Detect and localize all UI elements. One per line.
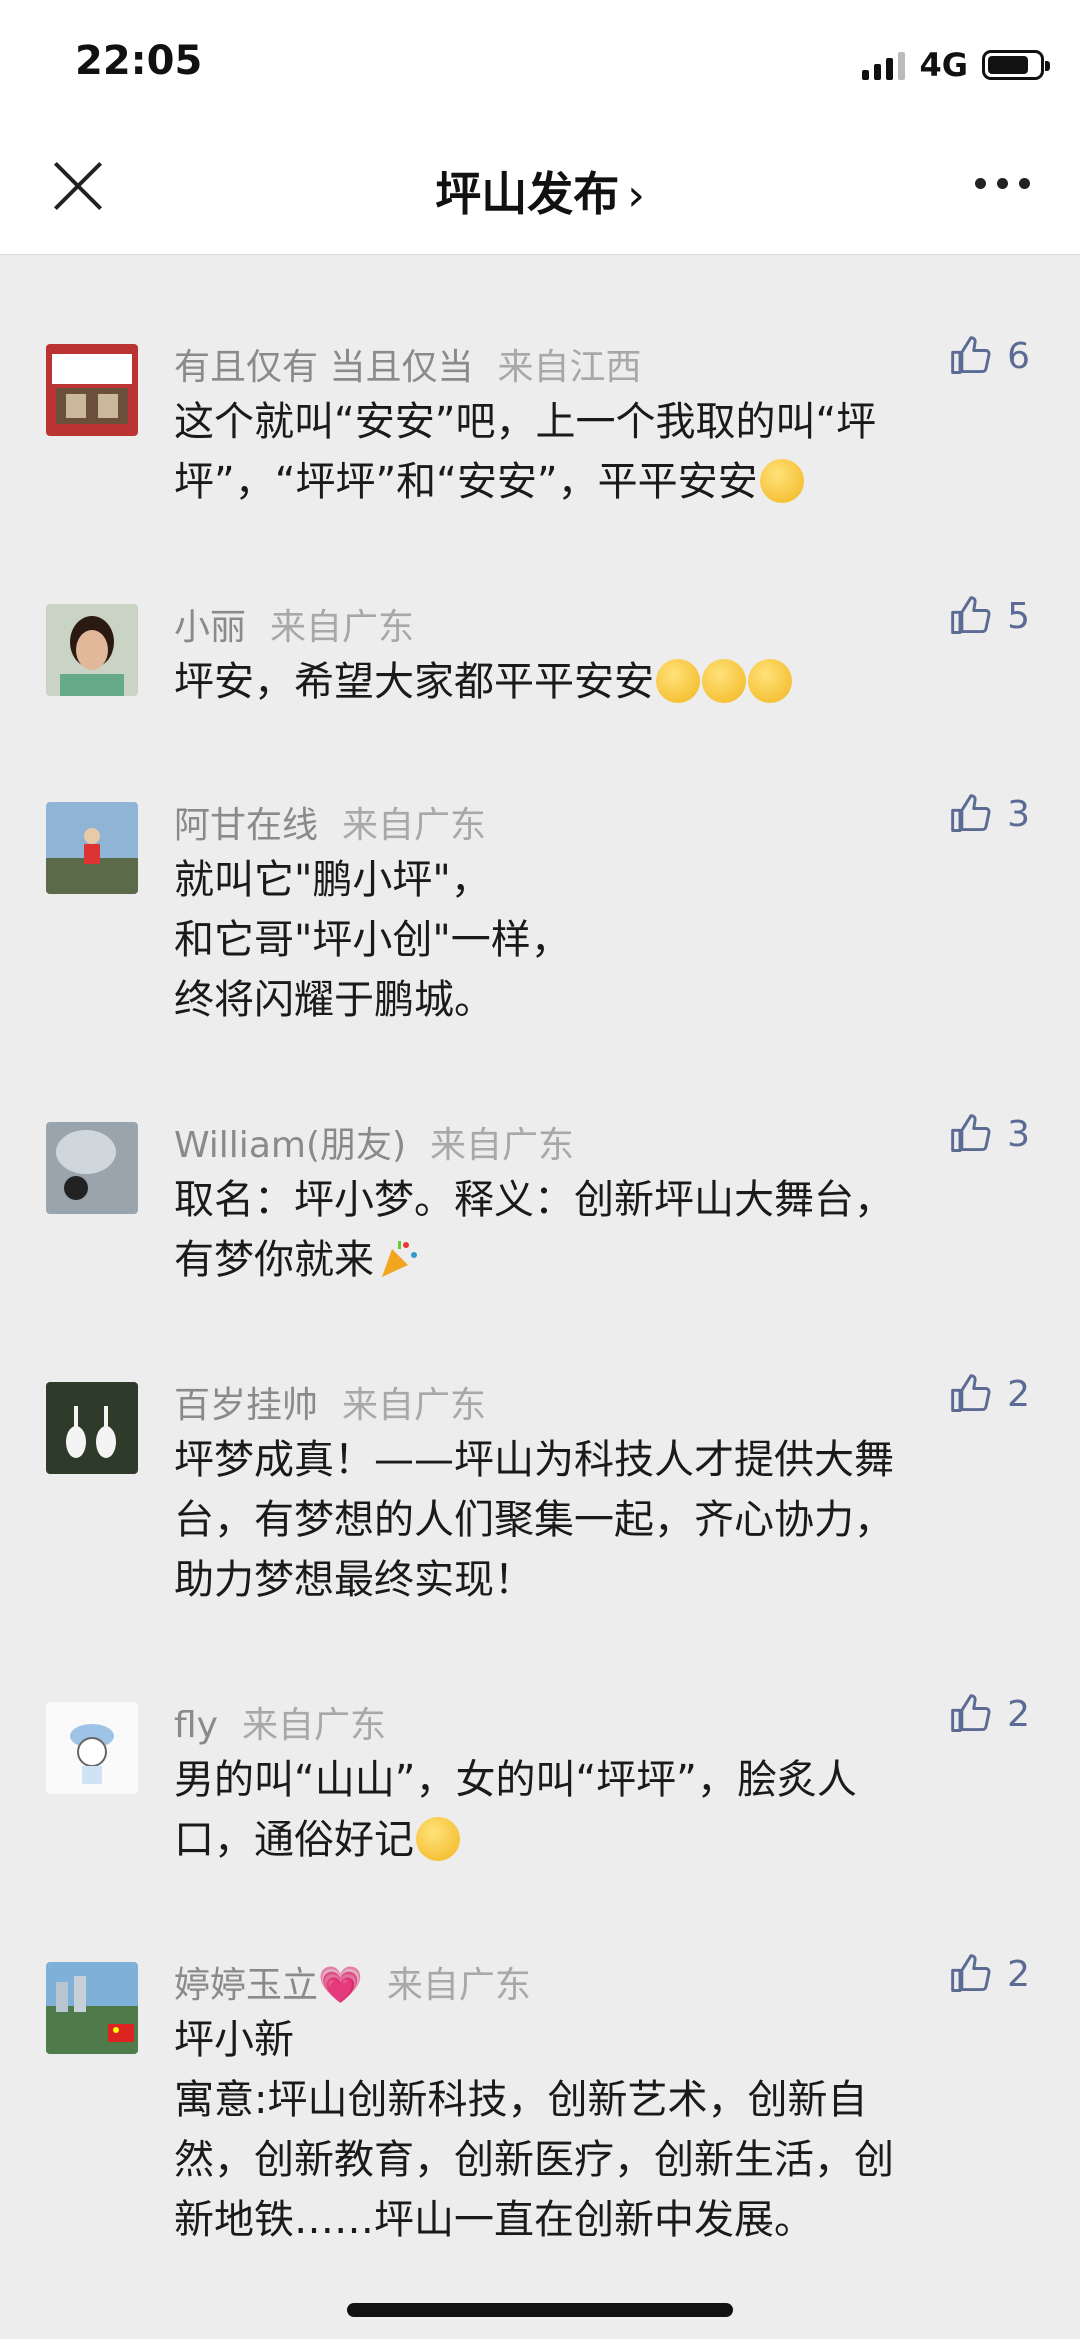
- author-location: 来自广东: [342, 1385, 487, 1426]
- avatar[interactable]: [46, 604, 138, 696]
- more-icon[interactable]: [975, 178, 1030, 189]
- comment-text: 坪安，希望大家都平平安安: [174, 652, 1004, 712]
- like-count: 2: [1007, 1373, 1030, 1415]
- thumbs-up-icon: [951, 1954, 991, 1992]
- comment-author: fly 来自广东: [174, 1696, 386, 1748]
- battery-icon: [982, 50, 1050, 80]
- like-count: 2: [1007, 1953, 1030, 1995]
- avatar[interactable]: [46, 344, 138, 436]
- author-location: 来自广东: [270, 607, 415, 648]
- status-time: 22:05: [75, 38, 203, 84]
- comment-body: 取名：坪小梦。释义：创新坪山大舞台， 有梦你就来: [174, 1177, 894, 1283]
- status-icons: 4G: [862, 46, 1050, 84]
- avatar[interactable]: [46, 802, 138, 894]
- author-location: 来自广东: [342, 805, 487, 846]
- author-name: fly: [174, 1705, 218, 1746]
- signal-icon: [862, 50, 906, 80]
- like-button[interactable]: 2: [949, 1952, 1030, 1996]
- comment-text: 这个就叫“安安”吧，上一个我取的叫“坪 坪”，“坪坪”和“安安”，平平安安: [174, 392, 1004, 512]
- avatar[interactable]: [46, 1122, 138, 1214]
- author-name: 小丽: [174, 607, 247, 648]
- comment-text: 取名：坪小梦。释义：创新坪山大舞台， 有梦你就来: [174, 1170, 1004, 1290]
- comment-body: 坪安，希望大家都平平安安: [174, 659, 654, 705]
- like-button[interactable]: 5: [949, 594, 1030, 638]
- author-name: 有且仅有 当且仅当: [174, 347, 474, 388]
- like-button[interactable]: 3: [949, 1112, 1030, 1156]
- top-bar: 22:05 4G 坪山发布 ›: [0, 0, 1080, 255]
- comment-text: 坪梦成真！——坪山为科技人才提供大舞 台，有梦想的人们聚集一起，齐心协力， 助力…: [174, 1437, 894, 1603]
- page-title[interactable]: 坪山发布 ›: [0, 158, 1080, 224]
- author-location: 来自江西: [497, 347, 642, 388]
- like-count: 3: [1007, 793, 1030, 835]
- like-button[interactable]: 3: [949, 792, 1030, 836]
- comment-author: 百岁挂帅 来自广东: [174, 1376, 486, 1428]
- like-button[interactable]: 2: [949, 1372, 1030, 1416]
- author-location: 来自广东: [386, 1965, 531, 2006]
- thumbs-up-icon: [951, 596, 991, 634]
- comment-author: 有且仅有 当且仅当 来自江西: [174, 338, 641, 390]
- like-count: 2: [1007, 1693, 1030, 1735]
- like-button[interactable]: 6: [949, 334, 1030, 378]
- comment-text: 就叫它"鹏小坪"， 和它哥"坪小创"一样， 终将闪耀于鹏城。: [174, 857, 571, 1023]
- smirk-face-icon: [759, 459, 804, 503]
- home-indicator[interactable]: [347, 2303, 733, 2317]
- avatar[interactable]: [46, 1962, 138, 2054]
- thumbs-up-icon: [951, 1374, 991, 1412]
- page-title-text: 坪山发布: [435, 167, 620, 221]
- author-name: 阿甘在线: [174, 805, 319, 846]
- comment-author: William(朋友) 来自广东: [174, 1116, 574, 1168]
- avatar[interactable]: [46, 1382, 138, 1474]
- comment-author: 阿甘在线 来自广东: [174, 796, 486, 848]
- like-button[interactable]: 2: [949, 1692, 1030, 1736]
- author-name: William(朋友): [174, 1125, 407, 1166]
- comment-text: 男的叫“山山”，女的叫“坪坪”，脍炙人 口，通俗好记: [174, 1750, 1004, 1870]
- thinking-face-icon: [748, 659, 792, 703]
- comment-body: 男的叫“山山”，女的叫“坪坪”，脍炙人 口，通俗好记: [174, 1757, 857, 1863]
- network-label: 4G: [919, 46, 968, 84]
- thumbs-up-icon: [951, 1114, 991, 1152]
- chevron-right-icon: ›: [627, 170, 645, 221]
- comment-author: 婷婷玉立💗 来自广东: [174, 1956, 531, 2008]
- comment-author: 小丽 来自广东: [174, 598, 414, 650]
- like-count: 6: [1007, 335, 1030, 377]
- like-count: 5: [1007, 595, 1030, 637]
- shush-face-icon: [416, 1817, 460, 1861]
- author-location: 来自广东: [241, 1705, 386, 1746]
- thinking-face-icon: [702, 659, 746, 703]
- thumbs-up-icon: [951, 794, 991, 832]
- like-count: 3: [1007, 1113, 1030, 1155]
- avatar[interactable]: [46, 1702, 138, 1794]
- thinking-face-icon: [656, 659, 700, 703]
- author-name: 百岁挂帅: [174, 1385, 319, 1426]
- thumbs-up-icon: [951, 336, 991, 374]
- author-location: 来自广东: [430, 1125, 575, 1166]
- party-popper-icon: [376, 1237, 420, 1281]
- thumbs-up-icon: [951, 1694, 991, 1732]
- author-name: 婷婷玉立💗: [174, 1965, 363, 2006]
- comment-text: 坪小新 寓意:坪山创新科技，创新艺术，创新自 然，创新教育，创新医疗，创新生活，…: [174, 2017, 894, 2243]
